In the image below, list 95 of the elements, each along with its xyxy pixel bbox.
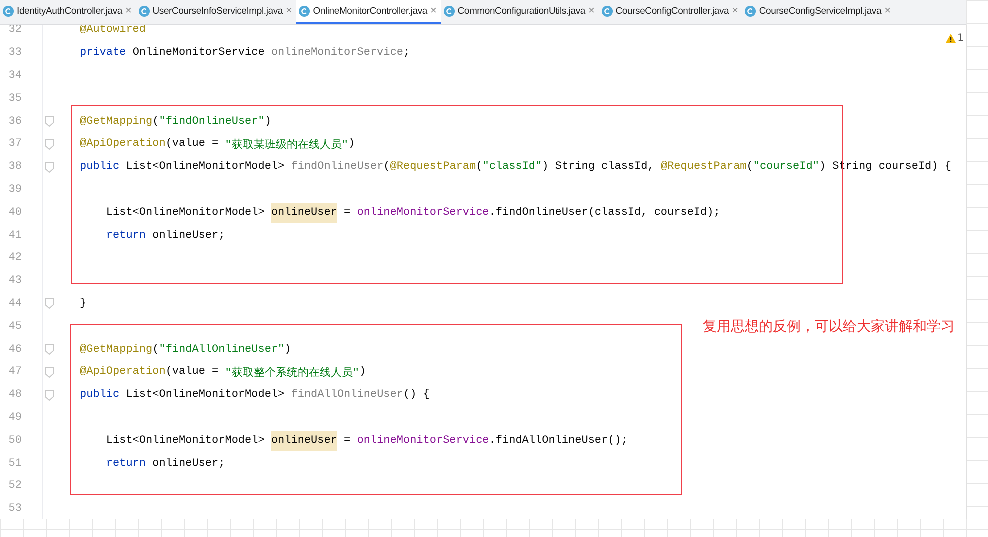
line-number: 34 <box>8 70 22 82</box>
file-tab[interactable]: CommonConfigurationUtils.java × <box>440 0 599 24</box>
code-text: = <box>343 434 352 447</box>
fold-icon[interactable] <box>45 390 54 401</box>
file-tab[interactable]: CourseConfigController.java × <box>598 0 742 24</box>
line-number: 49 <box>8 412 22 424</box>
code-text: ( <box>746 161 754 174</box>
line-number: 48 <box>8 389 22 402</box>
keyword: public <box>80 389 121 402</box>
annotation: @RequestParam <box>390 161 476 174</box>
code-text: ( <box>476 161 483 174</box>
code-text: } <box>80 298 87 310</box>
fold-icon[interactable] <box>45 298 54 310</box>
line-number: 50 <box>8 434 22 447</box>
annotation: @RequestParam <box>660 161 747 174</box>
string-literal: "classId" <box>482 161 542 174</box>
code-text: List<OnlineMonitorModel> <box>105 206 266 219</box>
line-number: 39 <box>8 184 22 196</box>
line-number: 52 <box>8 480 22 492</box>
field-name: onlineMonitorService <box>357 434 490 447</box>
unused-identifier: findAllOnlineUser <box>291 389 404 402</box>
code-text: List<OnlineMonitorModel> <box>126 389 286 402</box>
line-number: 45 <box>8 320 22 333</box>
annotation: @GetMapping <box>80 344 153 356</box>
code-text: ) <box>348 138 356 150</box>
fold-icon[interactable] <box>45 344 54 356</box>
keyword: public <box>80 161 121 174</box>
file-tab[interactable]: CourseConfigServiceImpl.java × <box>742 0 895 24</box>
file-tab[interactable]: IdentityAuthController.java × <box>0 0 136 24</box>
highlighted-identifier: onlineUser <box>271 202 338 223</box>
fold-icon[interactable] <box>45 138 54 150</box>
line-number: 32 <box>8 25 22 36</box>
line-number: 44 <box>8 298 22 310</box>
code-text: (value = <box>166 138 220 150</box>
class-icon <box>444 6 455 16</box>
string-literal: "courseId" <box>753 161 820 174</box>
fold-icon[interactable] <box>45 366 54 378</box>
code-text: ( <box>152 116 160 128</box>
code-text: .findAllOnlineUser(); <box>489 434 628 447</box>
code-text: () { <box>403 389 430 402</box>
unused-identifier: findOnlineUser <box>291 161 384 174</box>
line-number: 35 <box>8 92 22 105</box>
line-number: 47 <box>8 366 22 378</box>
code-text: = <box>343 206 352 219</box>
string-literal: "获取整个系统的在线人员" <box>225 366 360 380</box>
line-number: 51 <box>8 458 22 470</box>
keyword: private <box>80 47 128 60</box>
annotation: @ApiOperation <box>80 366 166 378</box>
file-tab[interactable]: UserCourseInfoServiceImpl.java × <box>136 0 296 24</box>
line-number: 36 <box>8 116 22 128</box>
line-number: 41 <box>8 230 22 242</box>
fold-icon[interactable] <box>45 116 54 128</box>
keyword: return <box>105 230 148 242</box>
code-text: .findOnlineUser(classId, courseId); <box>489 206 720 219</box>
class-icon <box>138 6 150 16</box>
code-text: List<OnlineMonitorModel> <box>105 434 266 447</box>
warning-count: 1 <box>958 33 964 44</box>
string-literal: "获取某班级的在线人员" <box>225 138 348 152</box>
code-text: ; <box>403 47 410 60</box>
class-icon <box>299 6 310 16</box>
fold-icon[interactable] <box>45 162 54 173</box>
string-literal: "findAllOnlineUser" <box>159 344 285 356</box>
code-text: ) <box>359 366 366 378</box>
highlighted-identifier: onlineUser <box>271 430 338 451</box>
class-icon <box>745 6 756 16</box>
code-text: ) <box>284 344 292 356</box>
file-tab[interactable]: OnlineMonitorController.java × <box>296 0 441 24</box>
code-text: ) String classId, <box>542 161 656 174</box>
code-text: ) <box>264 116 272 128</box>
line-number: 46 <box>8 344 22 356</box>
code-editor[interactable] <box>0 25 967 519</box>
line-number: 53 <box>8 503 22 516</box>
code-text: onlineUser; <box>152 230 226 242</box>
keyword: return <box>105 458 148 470</box>
line-number: 38 <box>8 161 22 174</box>
line-number: 33 <box>8 47 22 60</box>
annotation: @ApiOperation <box>80 138 166 150</box>
warning-icon[interactable] <box>946 34 956 43</box>
code-text: ( <box>152 344 160 356</box>
class-icon <box>602 6 613 16</box>
line-number: 42 <box>8 252 22 264</box>
code-text: List<OnlineMonitorModel> <box>126 161 286 174</box>
class-icon <box>3 6 14 16</box>
code-text: ( <box>384 161 390 174</box>
field-name: onlineMonitorService <box>357 206 490 219</box>
annotation: @GetMapping <box>80 116 153 128</box>
line-number: 37 <box>8 138 22 150</box>
annotation-note: 复用思想的反例，可以给大家讲解和学习 <box>703 318 955 336</box>
line-number: 40 <box>8 206 22 219</box>
code-text: onlineUser; <box>152 458 226 470</box>
code-text: (value = <box>166 366 220 378</box>
string-literal: "findOnlineUser" <box>159 116 265 128</box>
code-text: OnlineMonitorService <box>132 47 266 60</box>
unused-identifier: onlineMonitorService <box>271 47 404 60</box>
line-number: 43 <box>8 275 22 288</box>
